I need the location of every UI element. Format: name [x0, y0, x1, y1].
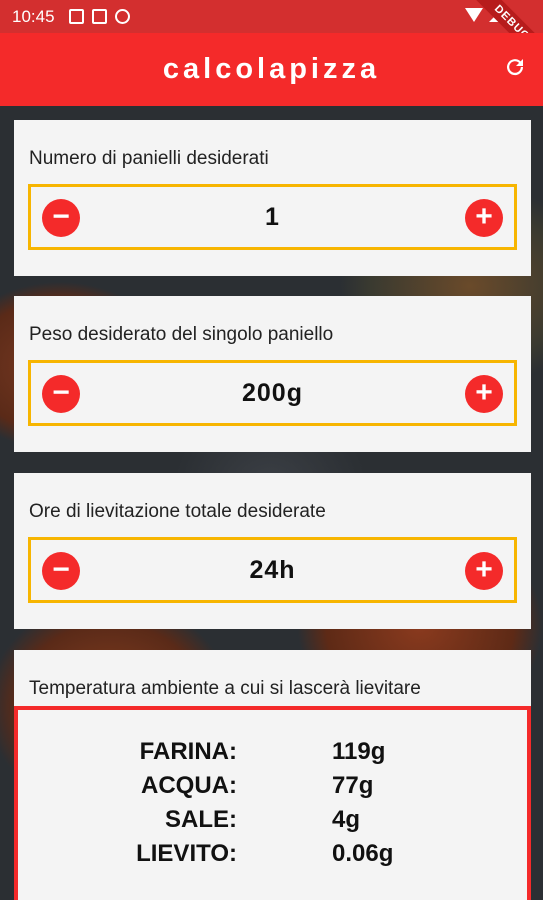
card-label: Ore di lievitazione totale desiderate	[29, 501, 326, 522]
result-label: SALE:	[165, 806, 237, 833]
status-bar: 10:45 DEBUG	[0, 0, 543, 76]
stepper-value: 1	[265, 203, 280, 231]
card-label: Numero di panielli desiderati	[29, 148, 269, 169]
weight-stepper: − 200g +	[28, 360, 517, 426]
wifi-icon	[465, 8, 483, 22]
result-value: 4g	[332, 806, 361, 833]
blocked-icon	[114, 9, 130, 24]
sd-card-icon	[91, 9, 107, 24]
result-label: FARINA:	[139, 738, 237, 765]
stepper-value: 200g	[242, 379, 303, 407]
stepper-value: 24h	[249, 556, 296, 584]
hours-stepper: − 24h +	[28, 537, 517, 603]
plus-button[interactable]: +	[465, 375, 503, 413]
app-bar: calcolapizza	[0, 33, 543, 106]
result-row-yeast: LIEVITO: 0.06g	[18, 840, 527, 874]
plus-button[interactable]: +	[465, 552, 503, 590]
card-ball-weight: Peso desiderato del singolo paniello − 2…	[14, 296, 531, 452]
result-value: 119g	[332, 738, 386, 765]
card-label: Peso desiderato del singolo paniello	[29, 324, 334, 345]
card-number-of-balls: Numero di panielli desiderati − 1 +	[14, 120, 531, 276]
card-label: Temperatura ambiente a cui si lascerà li…	[29, 678, 421, 699]
card-leavening-hours: Ore di lievitazione totale desiderate − …	[14, 473, 531, 629]
quantity-stepper: − 1 +	[28, 184, 517, 250]
result-label: LIEVITO:	[136, 840, 237, 867]
status-time: 10:45	[12, 6, 55, 26]
a-icon	[68, 9, 84, 24]
result-row-salt: SALE: 4g	[18, 806, 527, 840]
result-label: ACQUA:	[141, 772, 237, 799]
result-row-water: ACQUA: 77g	[18, 772, 527, 806]
result-value: 0.06g	[332, 840, 394, 867]
result-value: 77g	[332, 772, 374, 799]
results-panel: FARINA: 119g ACQUA: 77g SALE: 4g LIEVITO…	[14, 706, 531, 900]
result-row-flour: FARINA: 119g	[18, 738, 527, 772]
plus-button[interactable]: +	[465, 199, 503, 237]
app-title: calcolapizza	[162, 53, 381, 85]
refresh-icon[interactable]	[503, 55, 527, 79]
